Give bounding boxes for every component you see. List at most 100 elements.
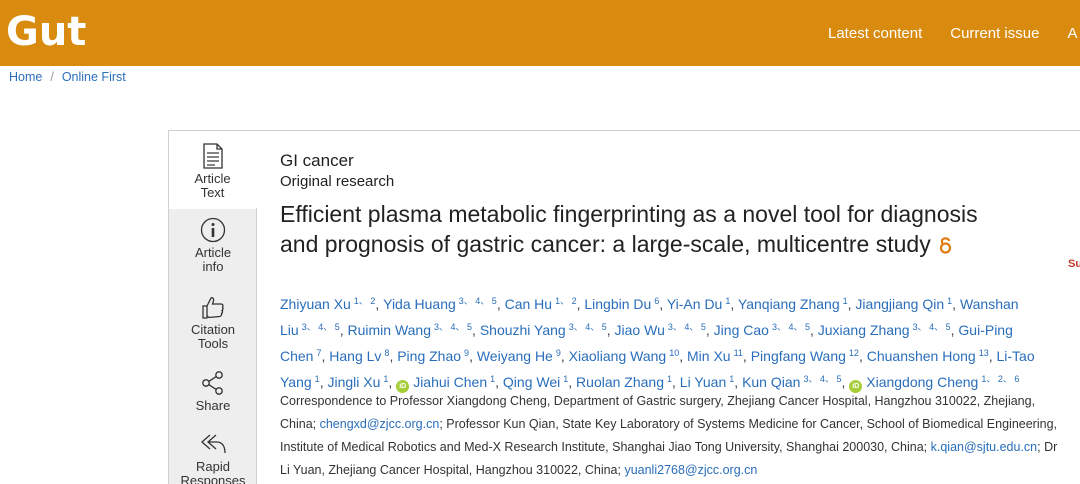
author-separator: , xyxy=(659,296,667,312)
article-sidebar: Article Text Article info Citation Tools… xyxy=(168,130,257,484)
author-separator: , xyxy=(730,296,738,312)
author-name[interactable]: Liu xyxy=(280,322,299,338)
correspondence-text: China; xyxy=(280,417,320,431)
author-separator: , xyxy=(469,348,477,364)
sidebar-item-label: Responses xyxy=(180,473,246,484)
author-affiliation[interactable]: 3、 4、 5 xyxy=(772,322,810,332)
author-affiliation[interactable]: 3、 4、 5 xyxy=(803,374,841,384)
sidebar-item-rapid-responses[interactable]: Rapid Responses xyxy=(169,431,257,484)
author-name[interactable]: Shouzhi Yang xyxy=(480,322,566,338)
breadcrumb: Home / Online First xyxy=(9,70,126,84)
article-type: Original research xyxy=(280,173,395,190)
sidebar-item-share[interactable]: Share xyxy=(169,370,257,413)
author-name[interactable]: Ruolan Zhang xyxy=(576,374,664,390)
author-name[interactable]: Zhiyuan Xu xyxy=(280,296,351,312)
author-separator: , xyxy=(734,374,743,390)
author-separator: , xyxy=(809,322,818,338)
article-title-text: and prognosis of gastric cancer: a large… xyxy=(280,231,931,257)
author-separator: , xyxy=(952,296,960,312)
sidebar-item-label: Article xyxy=(194,171,231,186)
share-icon xyxy=(202,371,223,395)
email-link[interactable]: chengxd@zjcc.org.cn xyxy=(320,417,440,431)
sidebar-item-label: Rapid xyxy=(196,459,230,474)
author-separator: , xyxy=(560,348,569,364)
sidebar-item-article-info[interactable]: Article info xyxy=(169,217,257,274)
nav-current-issue[interactable]: Current issue xyxy=(950,25,1039,42)
author-list: Zhiyuan Xu 1、 2, Yida Huang 3、 4、 5, Can H… xyxy=(280,288,1080,393)
correspondence: Correspondence to Professor Xiangdong Ch… xyxy=(280,390,1080,482)
author-name[interactable]: Chen xyxy=(280,348,313,364)
author-affiliation[interactable]: 1、 2 xyxy=(354,296,376,306)
author-name[interactable]: Yanqiang Zhang xyxy=(738,296,840,312)
author-affiliation[interactable]: 13 xyxy=(979,348,989,358)
sidebar-item-label: Text xyxy=(200,185,225,200)
author-name[interactable]: Jiao Wu xyxy=(615,322,665,338)
sidebar-item-citation-tools[interactable]: Citation Tools xyxy=(169,294,257,351)
author-name[interactable]: Hang Lv xyxy=(329,348,381,364)
reply-all-icon xyxy=(201,434,226,454)
author-name[interactable]: Chuanshen Hong xyxy=(867,348,976,364)
author-name[interactable]: Yang xyxy=(280,374,312,390)
author-name[interactable]: Xiaoliang Wang xyxy=(569,348,667,364)
author-name[interactable]: Yida Huang xyxy=(383,296,456,312)
author-name[interactable]: Ruimin Wang xyxy=(348,322,432,338)
site-header: Gut Latest content Current issue A xyxy=(0,0,1080,66)
author-name[interactable]: Juxiang Zhang xyxy=(818,322,910,338)
correspondence-text: Institute of Medical Robotics and Med-X … xyxy=(280,440,931,454)
author-separator: , xyxy=(742,348,751,364)
author-separator: , xyxy=(841,374,850,390)
author-affiliation[interactable]: 3、 4、 5 xyxy=(668,322,706,332)
correspondence-text: ; Dr xyxy=(1037,440,1058,454)
author-name[interactable]: Li Yuan xyxy=(680,374,726,390)
author-name[interactable]: Yi-An Du xyxy=(667,296,723,312)
article-subject[interactable]: GI cancer xyxy=(280,151,354,171)
breadcrumb-online-first[interactable]: Online First xyxy=(62,70,126,84)
correspondence-text: ; Professor Kun Qian, State Key Laborato… xyxy=(439,417,1057,431)
author-name[interactable]: Jing Cao xyxy=(714,322,769,338)
email-link[interactable]: yuanli2768@zjcc.org.cn xyxy=(624,463,757,477)
sidebar-item-label: Tools xyxy=(197,336,229,351)
author-separator: , xyxy=(339,322,348,338)
author-separator: , xyxy=(495,374,503,390)
author-affiliation[interactable]: 10 xyxy=(669,348,679,358)
author-separator: , xyxy=(388,374,397,390)
info-icon xyxy=(200,217,226,243)
side-label-truncated[interactable]: Su xyxy=(1068,258,1080,270)
author-name[interactable]: Min Xu xyxy=(687,348,731,364)
email-link[interactable]: k.qian@sjtu.edu.cn xyxy=(931,440,1038,454)
correspondence-line: Correspondence to Professor Xiangdong Ch… xyxy=(280,390,1080,413)
author-affiliation[interactable]: 3、 4、 5 xyxy=(434,322,472,332)
author-name[interactable]: Qing Wei xyxy=(503,374,560,390)
author-name[interactable]: Ping Zhao xyxy=(397,348,461,364)
author-affiliation[interactable]: 1、 2、 6 xyxy=(981,374,1019,384)
author-name[interactable]: Jiahui Chen xyxy=(413,374,487,390)
author-name[interactable]: Jingli Xu xyxy=(327,374,380,390)
author-affiliation[interactable]: 3、 4、 5 xyxy=(569,322,607,332)
author-name[interactable]: Kun Qian xyxy=(742,374,800,390)
author-separator: , xyxy=(679,348,687,364)
author-affiliation[interactable]: 3、 4、 5 xyxy=(302,322,340,332)
author-name[interactable]: Gui-Ping xyxy=(958,322,1012,338)
journal-logo[interactable]: Gut xyxy=(6,6,86,58)
author-name[interactable]: Jiangjiang Qin xyxy=(855,296,944,312)
author-separator: , xyxy=(858,348,867,364)
author-name[interactable]: Weiyang He xyxy=(477,348,553,364)
author-affiliation[interactable]: 12 xyxy=(849,348,859,358)
breadcrumb-home[interactable]: Home xyxy=(9,70,42,84)
author-name[interactable]: Pingfang Wang xyxy=(751,348,846,364)
sidebar-item-article-text[interactable]: Article Text xyxy=(169,131,257,209)
author-affiliation[interactable]: 11 xyxy=(734,348,743,358)
author-line: Liu 3、 4、 5, Ruimin Wang 3、 4、 5, Shouzhi … xyxy=(280,314,1080,340)
author-affiliation[interactable]: 1、 2 xyxy=(555,296,577,306)
author-separator: , xyxy=(672,374,680,390)
author-separator: , xyxy=(568,374,577,390)
author-affiliation[interactable]: 3、 4、 5 xyxy=(913,322,951,332)
nav-item-truncated[interactable]: A xyxy=(1067,25,1077,42)
author-name[interactable]: Li-Tao xyxy=(997,348,1035,364)
nav-latest-content[interactable]: Latest content xyxy=(828,25,922,42)
author-name[interactable]: Wanshan xyxy=(960,296,1019,312)
author-affiliation[interactable]: 3、 4、 5 xyxy=(459,296,497,306)
author-name[interactable]: Lingbin Du xyxy=(584,296,651,312)
author-name[interactable]: Xiangdong Cheng xyxy=(866,374,978,390)
author-name[interactable]: Can Hu xyxy=(505,296,552,312)
